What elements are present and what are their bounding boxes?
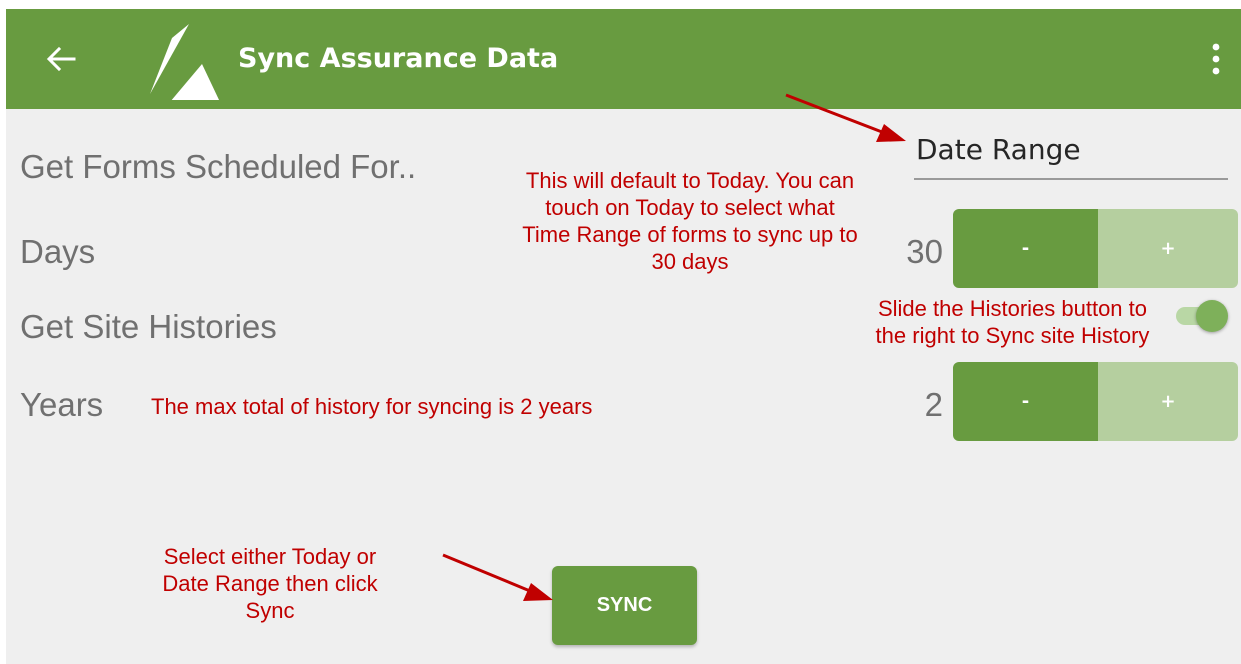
days-increment-button[interactable]: + [1098,209,1238,288]
years-decrement-button[interactable]: - [953,362,1098,441]
note-line: Time Range of forms to sync up to [522,222,858,247]
note-line: Date Range then click [162,571,378,596]
more-vert-icon[interactable] [1206,42,1226,76]
forms-scheduled-label: Get Forms Scheduled For.. [20,148,417,185]
site-histories-label: Get Site Histories [20,308,277,345]
note-line: 30 days [651,249,729,274]
page-title: Sync Assurance Data [238,43,559,74]
years-value: 2 [924,386,943,423]
years-label: Years [20,386,104,423]
sail-logo-icon [150,24,220,100]
date-range-selector[interactable]: Date Range [914,128,1228,180]
days-decrement-button[interactable]: - [953,209,1098,288]
note-line: the right to Sync site History [875,323,1150,348]
note-line: Sync [245,598,295,623]
sync-note: Select either Today or Date Range then c… [115,543,425,624]
note-line: This will default to Today. You can [525,168,855,193]
days-label: Days [20,233,96,270]
toggle-knob [1196,300,1228,332]
note-line: touch on Today to select what [545,195,835,220]
years-note: The max total of history for syncing is … [151,394,593,419]
date-range-note: This will default to Today. You can touc… [480,167,900,275]
app-bar: Sync Assurance Data [6,9,1241,109]
arrow-left-icon[interactable] [46,46,76,72]
days-value: 30 [906,233,943,270]
note-line: Select either Today or [163,544,377,569]
note-line: Slide the Histories button to [877,296,1148,321]
histories-note: Slide the Histories button to the right … [840,295,1185,349]
sync-button[interactable]: SYNC [552,566,697,645]
years-increment-button[interactable]: + [1098,362,1238,441]
